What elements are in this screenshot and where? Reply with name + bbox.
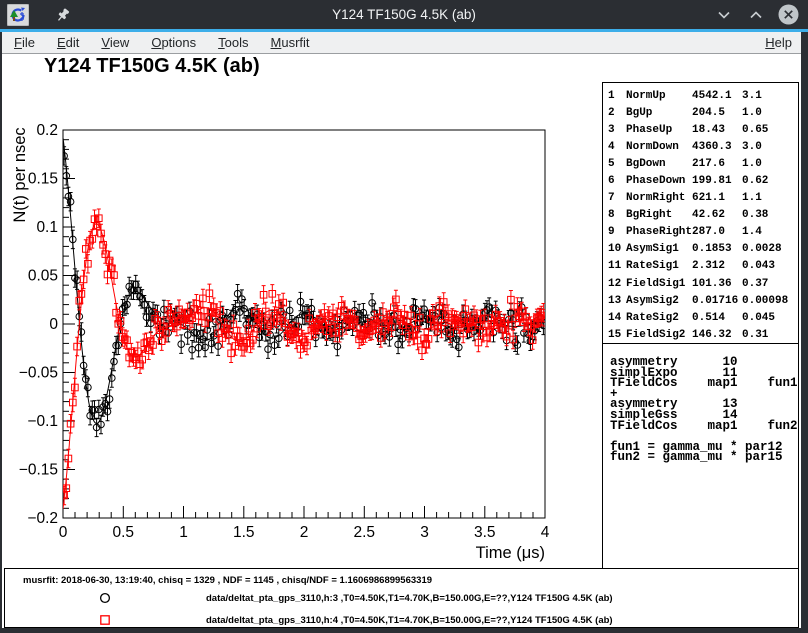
- svg-text:−0.05: −0.05: [19, 365, 58, 382]
- svg-text:4: 4: [541, 524, 550, 541]
- theory-box: asymmetry 10 simplExpo 11 TFieldCos map1…: [602, 343, 799, 570]
- svg-text:3.5: 3.5: [474, 524, 496, 541]
- fit-info: musrfit: 2018-06-30, 13:19:40, chisq = 1…: [23, 575, 432, 586]
- close-icon: [778, 4, 799, 25]
- svg-text:−0.15: −0.15: [19, 462, 58, 479]
- param-row: 9PhaseRight287.01.4: [603, 224, 798, 241]
- legend-item: data/deltat_pta_gps_3110,h:4 ,T0=4.50K,T…: [5, 614, 798, 628]
- svg-text:2.5: 2.5: [353, 524, 375, 541]
- svg-text:0.15: 0.15: [28, 171, 58, 188]
- svg-text:0: 0: [49, 316, 58, 333]
- minimize-button[interactable]: [713, 4, 735, 26]
- legend-label: data/deltat_pta_gps_3110,h:3 ,T0=4.50K,T…: [206, 593, 613, 604]
- svg-text:2: 2: [300, 524, 309, 541]
- svg-text:0.1: 0.1: [36, 219, 58, 236]
- svg-text:−0.1: −0.1: [27, 413, 58, 430]
- param-table: 1NormUp4542.13.12BgUp204.51.03PhaseUp18.…: [602, 82, 799, 349]
- param-row: 13AsymSig20.017160.00098: [603, 292, 798, 309]
- legend-item: data/deltat_pta_gps_3110,h:3 ,T0=4.50K,T…: [5, 592, 798, 606]
- svg-text:−0.2: −0.2: [27, 510, 58, 527]
- chevron-up-icon: [750, 11, 762, 19]
- plot-title: Y124 TF150G 4.5K (ab): [44, 55, 260, 78]
- svg-text:0.2: 0.2: [36, 122, 58, 139]
- svg-text:1: 1: [179, 524, 188, 541]
- svg-text:0.05: 0.05: [28, 268, 58, 285]
- param-row: 4NormDown4360.33.0: [603, 138, 798, 155]
- legend-label: data/deltat_pta_gps_3110,h:4 ,T0=4.50K,T…: [206, 615, 613, 626]
- legend-marker-circle-icon: [99, 592, 111, 604]
- svg-text:3: 3: [420, 524, 429, 541]
- chevron-down-icon: [718, 11, 730, 19]
- svg-text:1.5: 1.5: [233, 524, 255, 541]
- close-button[interactable]: [777, 4, 799, 26]
- param-row: 7NormRight621.11.1: [603, 190, 798, 207]
- theory-text: asymmetry 10 simplExpo 11 TFieldCos map1…: [603, 344, 798, 463]
- param-row: 10AsymSig10.18530.0028: [603, 241, 798, 258]
- svg-text:0: 0: [59, 524, 68, 541]
- application-window: Y124 TF150G 4.5K (ab) FileEditViewOpti: [0, 0, 808, 633]
- param-row: 12FieldSig1101.360.37: [603, 275, 798, 292]
- svg-text:0.5: 0.5: [112, 524, 134, 541]
- param-row: 2BgUp204.51.0: [603, 104, 798, 121]
- legend-box: musrfit: 2018-06-30, 13:19:40, chisq = 1…: [4, 568, 799, 628]
- param-row: 5BgDown217.61.0: [603, 155, 798, 172]
- legend-marker-square-icon: [99, 614, 111, 626]
- maximize-button[interactable]: [745, 4, 767, 26]
- param-row: 15FieldSig2146.320.31: [603, 326, 798, 343]
- param-row: 8BgRight42.620.38: [603, 207, 798, 224]
- svg-text:Time (μs): Time (μs): [476, 544, 545, 562]
- svg-text:N(t) per nsec: N(t) per nsec: [11, 127, 29, 222]
- param-row: 6PhaseDown199.810.62: [603, 172, 798, 189]
- param-row: 3PhaseUp18.430.65: [603, 121, 798, 138]
- param-row: 11RateSig12.3120.043: [603, 258, 798, 275]
- param-row: 1NormUp4542.13.1: [603, 87, 798, 104]
- param-row: 14RateSig20.5140.045: [603, 309, 798, 326]
